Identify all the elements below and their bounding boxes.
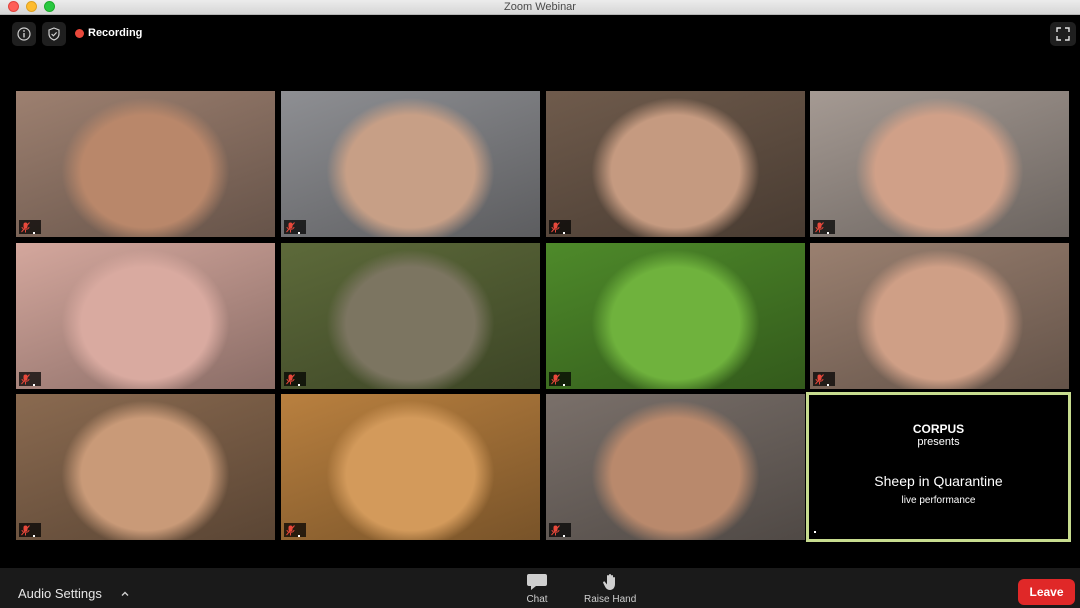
fullscreen-icon: [1056, 27, 1070, 41]
tile-status-dot: [298, 232, 300, 234]
video-tile[interactable]: [546, 243, 805, 389]
banner-presents: presents: [917, 436, 960, 448]
fullscreen-button[interactable]: [1050, 22, 1076, 46]
tile-status-dot: [298, 384, 300, 386]
video-tile[interactable]: [16, 243, 275, 389]
muted-mic-icon: [284, 523, 306, 537]
muted-mic-icon: [19, 220, 41, 234]
banner-title: Sheep in Quarantine: [874, 473, 1003, 489]
tile-status-dot: [563, 384, 565, 386]
hand-icon: [603, 574, 616, 590]
tile-status-dot: [298, 535, 300, 537]
window-title-bar: Zoom Webinar: [0, 0, 1080, 15]
video-tile[interactable]: [546, 394, 805, 540]
recording-dot-icon: [75, 28, 84, 38]
chat-button[interactable]: Chat: [526, 573, 548, 605]
video-tile[interactable]: [546, 91, 805, 237]
security-button[interactable]: [42, 22, 66, 46]
video-tile[interactable]: [281, 394, 540, 540]
muted-mic-icon: [284, 372, 306, 386]
chat-label: Chat: [526, 594, 548, 605]
tile-status-dot: [827, 384, 829, 386]
video-tile[interactable]: [16, 394, 275, 540]
tile-status-dot: [563, 232, 565, 234]
video-tile[interactable]: [810, 243, 1069, 389]
muted-mic-icon: [813, 372, 835, 386]
recording-indicator[interactable]: Recording: [75, 27, 142, 39]
tile-status-dot: [814, 531, 816, 533]
chevron-up-icon: [121, 591, 129, 596]
info-icon: [17, 27, 31, 41]
raise-hand-label: Raise Hand: [584, 594, 637, 605]
muted-mic-icon: [19, 372, 41, 386]
banner-subtitle: live performance: [901, 495, 976, 506]
video-tile[interactable]: [16, 91, 275, 237]
video-grid: CORPUS presents Sheep in Quarantine live…: [16, 91, 1071, 542]
video-tile[interactable]: [281, 91, 540, 237]
audio-settings-button[interactable]: Audio Settings: [18, 586, 102, 601]
muted-mic-icon: [19, 523, 41, 537]
video-tile[interactable]: [810, 91, 1069, 237]
active-speaker-title-card[interactable]: CORPUS presents Sheep in Quarantine live…: [806, 392, 1071, 542]
tile-status-dot: [33, 384, 35, 386]
chat-icon: [527, 574, 547, 590]
tile-status-dot: [33, 535, 35, 537]
audio-options-caret[interactable]: [120, 586, 130, 604]
video-tile[interactable]: [281, 243, 540, 389]
meeting-controls-bar: Audio Settings Chat Raise Hand: [0, 568, 1080, 608]
recording-label: Recording: [88, 27, 143, 39]
banner-org: CORPUS: [912, 422, 965, 436]
raise-hand-button[interactable]: Raise Hand: [584, 573, 636, 605]
leave-button[interactable]: Leave: [1018, 579, 1075, 605]
tile-status-dot: [827, 232, 829, 234]
tile-status-dot: [563, 535, 565, 537]
muted-mic-icon: [284, 220, 306, 234]
tile-status-dot: [33, 232, 35, 234]
window-title: Zoom Webinar: [504, 1, 576, 13]
muted-mic-icon: [813, 220, 835, 234]
meeting-info-button[interactable]: [12, 22, 36, 46]
muted-mic-icon: [549, 372, 571, 386]
muted-mic-icon: [549, 523, 571, 537]
shield-icon: [48, 27, 60, 41]
muted-mic-icon: [549, 220, 571, 234]
